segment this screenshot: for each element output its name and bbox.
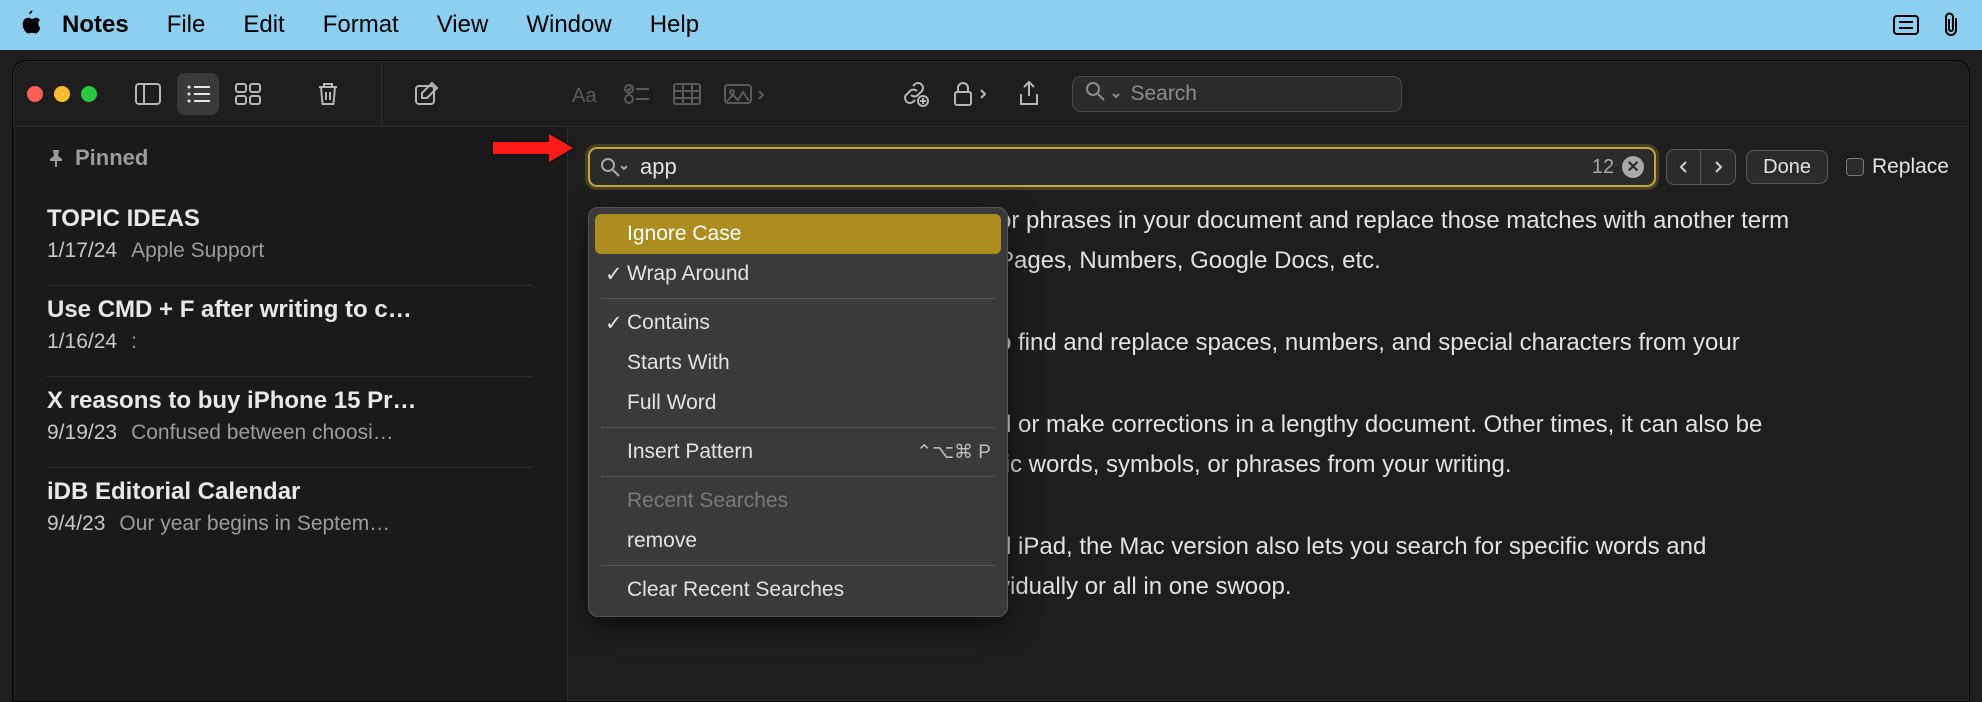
menu-view[interactable]: View [437,11,489,39]
menu-starts-with[interactable]: Starts With [595,343,1001,383]
menu-clear-recent[interactable]: Clear Recent Searches [595,570,1001,610]
menu-help[interactable]: Help [650,11,699,39]
svg-text:Aa: Aa [572,85,597,106]
note-item[interactable]: TOPIC IDEAS 1/17/24Apple Support [47,195,533,286]
pinned-header: Pinned [47,145,533,171]
paperclip-icon[interactable] [1938,14,1966,36]
menu-contains[interactable]: ✓Contains [595,303,1001,343]
find-next-button[interactable] [1701,150,1735,184]
list-view-icon[interactable] [177,73,219,115]
menu-full-word[interactable]: Full Word [595,383,1001,423]
note-item[interactable]: Use CMD + F after writing to c… 1/16/24: [47,286,533,377]
find-options-menu: Ignore Case ✓Wrap Around ✓Contains Start… [588,207,1008,617]
find-prev-button[interactable] [1667,150,1701,184]
note-title: Use CMD + F after writing to c… [47,296,533,324]
sidebar-toggle-icon[interactable] [127,73,169,115]
toolbar: Aa Search [13,61,1969,127]
find-options-icon[interactable] [600,157,630,177]
search-placeholder: Search [1130,82,1197,106]
menu-recent-header: Recent Searches [595,481,1001,521]
menu-wrap-around[interactable]: ✓Wrap Around [595,254,1001,294]
note-item[interactable]: iDB Editorial Calendar 9/4/23Our year be… [47,468,533,558]
table-icon[interactable] [666,73,708,115]
note-body[interactable]: or phrases in your document and replace … [998,201,1949,607]
note-title: X reasons to buy iPhone 15 Pr… [47,387,533,415]
minimize-window-button[interactable] [54,86,70,102]
notes-window: Aa Search [12,60,1970,702]
trash-icon[interactable] [307,73,349,115]
note-title: iDB Editorial Calendar [47,478,533,506]
checkbox-icon [1846,158,1864,176]
menu-insert-pattern[interactable]: Insert Pattern⌃⌥⌘ P [595,432,1001,472]
share-icon[interactable] [1008,73,1050,115]
text-style-icon[interactable]: Aa [566,73,608,115]
find-bar: 12 ✕ Done Replace Ignore Case ✓Wrap Arou… [588,147,1949,187]
search-icon [1085,81,1122,106]
checklist-icon[interactable] [616,73,658,115]
replace-checkbox[interactable]: Replace [1846,155,1949,179]
menu-recent-item[interactable]: remove [595,521,1001,561]
clear-find-icon[interactable]: ✕ [1622,156,1644,178]
traffic-lights [27,86,97,102]
lock-icon[interactable] [944,73,1000,115]
find-done-button[interactable]: Done [1746,150,1828,184]
sidebar: Pinned TOPIC IDEAS 1/17/24Apple Support … [13,127,568,701]
note-item[interactable]: X reasons to buy iPhone 15 Pr… 9/19/23Co… [47,377,533,468]
keyboard-viewer-icon[interactable] [1892,14,1920,36]
zoom-window-button[interactable] [81,86,97,102]
media-icon[interactable] [716,73,776,115]
close-window-button[interactable] [27,86,43,102]
menubar: Notes File Edit Format View Window Help [0,0,1982,50]
apple-icon[interactable] [16,9,40,42]
find-input[interactable] [640,154,1592,180]
menu-format[interactable]: Format [323,11,399,39]
find-nav [1666,149,1736,185]
link-icon[interactable] [894,73,936,115]
pin-icon [47,148,65,168]
editor: 12 ✕ Done Replace Ignore Case ✓Wrap Arou… [568,127,1969,701]
notes-search[interactable]: Search [1072,76,1402,112]
menu-edit[interactable]: Edit [243,11,284,39]
menu-file[interactable]: File [167,11,206,39]
menu-app[interactable]: Notes [62,11,129,39]
menu-window[interactable]: Window [526,11,611,39]
find-field[interactable]: 12 ✕ [588,147,1656,187]
find-count: 12 [1592,156,1614,179]
note-title: TOPIC IDEAS [47,205,533,233]
gallery-view-icon[interactable] [227,73,269,115]
compose-icon[interactable] [406,73,448,115]
menu-ignore-case[interactable]: Ignore Case [595,214,1001,254]
